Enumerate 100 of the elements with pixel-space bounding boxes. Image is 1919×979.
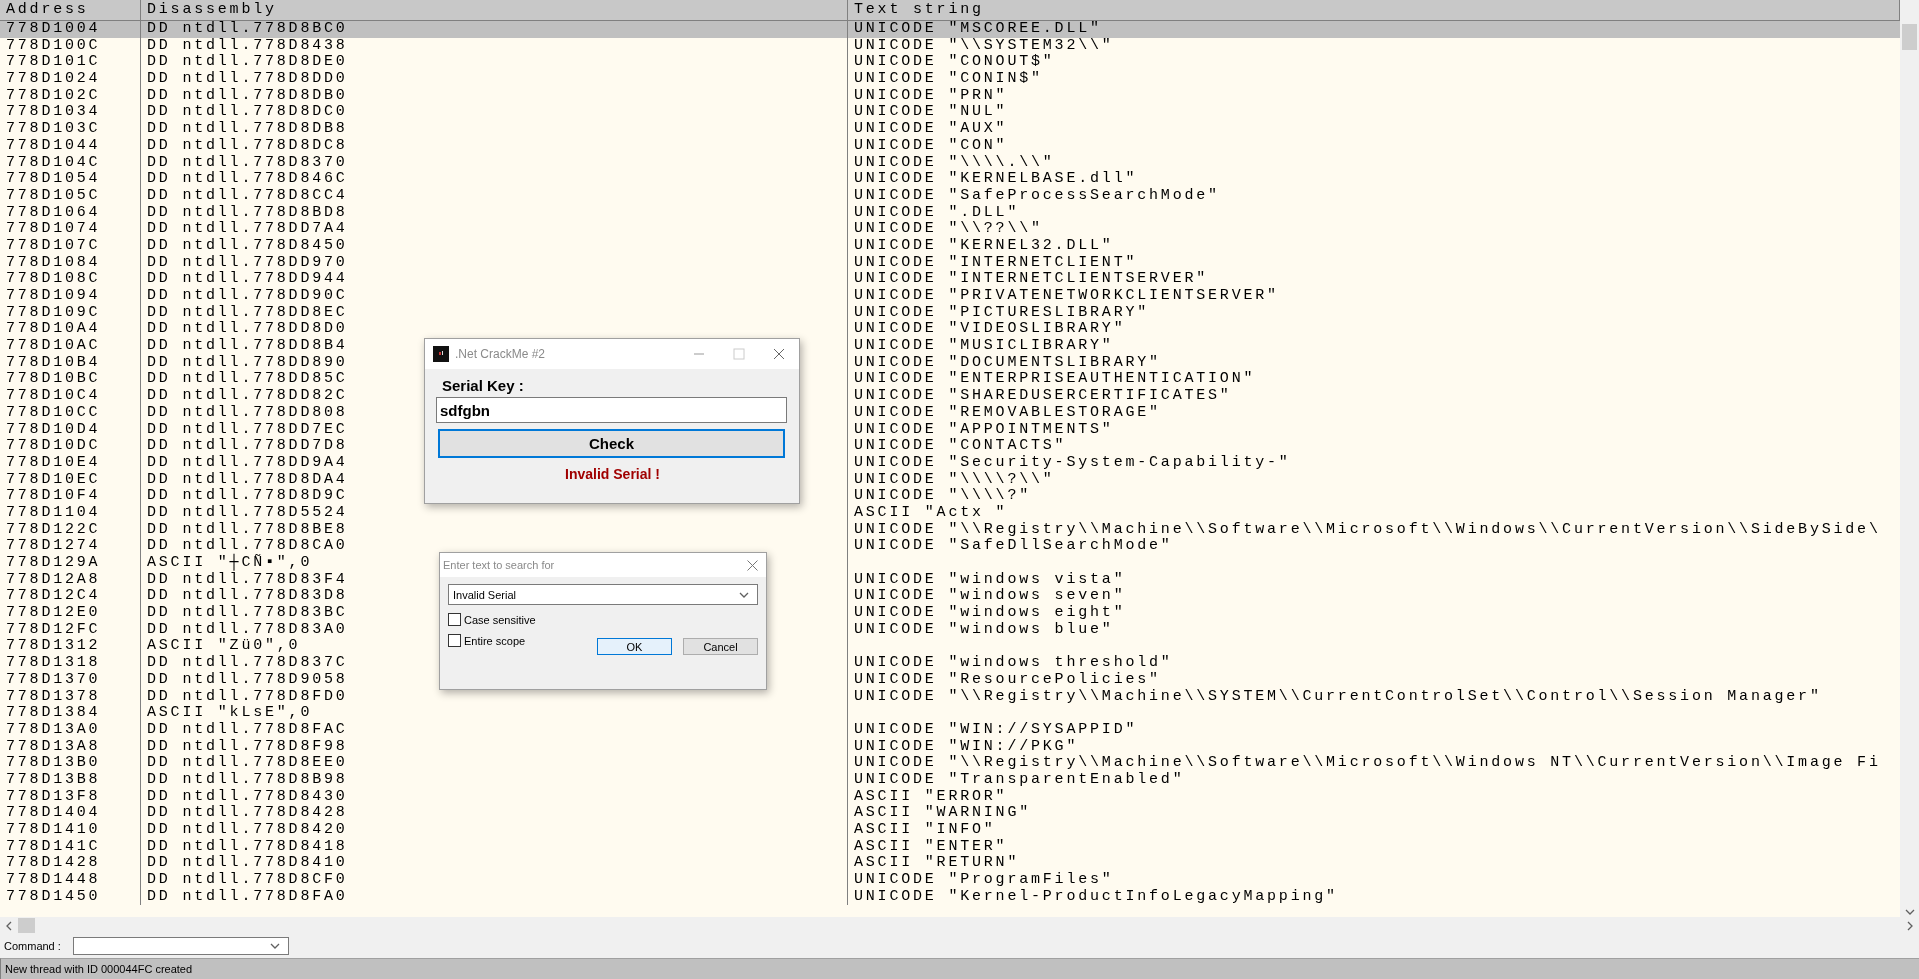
address-cell[interactable]: 778D13A0 xyxy=(0,721,141,739)
scrollbar-thumb[interactable] xyxy=(1902,24,1917,50)
disassembly-cell[interactable]: DD ntdll.778D8FA0 xyxy=(141,888,848,906)
disassembly-cell[interactable]: DD ntdll.778D8428 xyxy=(141,805,848,822)
text-string-cell[interactable]: UNICODE "VIDEOSLIBRARY" xyxy=(848,321,1900,339)
text-string-cell[interactable]: UNICODE "\\\\.\\" xyxy=(848,154,1900,172)
text-string-cell[interactable]: UNICODE "AUX" xyxy=(848,121,1900,138)
text-string-cell[interactable]: UNICODE "SafeProcessSearchMode" xyxy=(848,187,1900,205)
address-cell[interactable]: 778D1370 xyxy=(0,671,141,689)
text-string-cell[interactable]: UNICODE "Kernel-ProductInfoLegacyMapping" xyxy=(848,888,1900,906)
address-cell[interactable]: 778D1054 xyxy=(0,171,141,188)
address-cell[interactable]: 778D1274 xyxy=(0,538,141,555)
text-string-cell[interactable]: UNICODE "\\Registry\\Machine\\Software\\Microsoft\\Windows\\CurrentVersion\\SideBySide\ xyxy=(848,521,1900,539)
text-string-cell[interactable]: UNICODE "APPOINTMENTS" xyxy=(848,421,1900,439)
disassembly-cell[interactable]: DD ntdll.778D8DC0 xyxy=(141,104,848,122)
text-string-cell[interactable]: UNICODE "NUL" xyxy=(848,104,1900,122)
address-cell[interactable]: 778D13B8 xyxy=(0,771,141,789)
address-cell[interactable]: 778D1410 xyxy=(0,822,141,839)
disassembly-cell[interactable]: DD ntdll.778D8BD8 xyxy=(141,204,848,222)
chevron-down-icon[interactable] xyxy=(269,941,280,951)
address-cell[interactable]: 778D10F4 xyxy=(0,488,141,505)
text-string-cell[interactable]: UNICODE "\\\\?\\" xyxy=(848,471,1900,489)
text-string-cell[interactable]: UNICODE "CONIN$" xyxy=(848,71,1900,88)
address-cell[interactable]: 778D1034 xyxy=(0,104,141,122)
address-cell[interactable]: 778D1384 xyxy=(0,705,141,722)
text-string-cell[interactable]: ASCII "INFO" xyxy=(848,822,1900,839)
column-header[interactable]: Disassembly xyxy=(141,0,848,20)
disassembly-cell[interactable]: DD ntdll.778D8DB0 xyxy=(141,87,848,105)
text-string-cell[interactable]: UNICODE "ENTERPRISEAUTHENTICATION" xyxy=(848,371,1900,389)
address-cell[interactable]: 778D101C xyxy=(0,54,141,72)
ok-button[interactable]: OK xyxy=(597,638,672,655)
disassembly-cell[interactable]: DD ntdll.778D8420 xyxy=(141,822,848,839)
text-string-cell[interactable]: UNICODE "windows eight" xyxy=(848,605,1900,622)
text-string-cell[interactable]: UNICODE "REMOVABLESTORAGE" xyxy=(848,404,1900,422)
search-field[interactable]: Invalid Serial xyxy=(448,584,758,605)
text-string-cell[interactable]: UNICODE "MSCOREE.DLL" xyxy=(848,21,1900,38)
column-header[interactable]: Address xyxy=(0,0,141,20)
text-string-cell[interactable]: ASCII "WARNING" xyxy=(848,805,1900,822)
disassembly-cell[interactable]: DD ntdll.778DD8EC xyxy=(141,304,848,322)
address-cell[interactable]: 778D12E0 xyxy=(0,605,141,622)
address-cell[interactable]: 778D10E4 xyxy=(0,454,141,472)
address-cell[interactable]: 778D1084 xyxy=(0,254,141,272)
text-string-cell[interactable]: ASCII "ERROR" xyxy=(848,788,1900,806)
disassembly-cell[interactable]: DD ntdll.778D8370 xyxy=(141,154,848,172)
address-cell[interactable]: 778D1024 xyxy=(0,71,141,88)
chevron-left-icon[interactable] xyxy=(4,920,14,931)
text-string-cell[interactable]: UNICODE "DOCUMENTSLIBRARY" xyxy=(848,354,1900,372)
address-cell[interactable]: 778D122C xyxy=(0,521,141,539)
disassembly-cell[interactable]: ASCII "kLsE",0 xyxy=(141,705,848,722)
text-string-cell[interactable]: UNICODE "INTERNETCLIENTSERVER" xyxy=(848,271,1900,288)
text-string-cell[interactable]: UNICODE "ResourcePolicies" xyxy=(848,671,1900,689)
disassembly-cell[interactable]: DD ntdll.778D8CF0 xyxy=(141,872,848,889)
address-cell[interactable]: 778D10DC xyxy=(0,438,141,455)
address-cell[interactable]: 778D129A xyxy=(0,555,141,572)
address-cell[interactable]: 778D10EC xyxy=(0,471,141,489)
address-cell[interactable]: 778D10C4 xyxy=(0,388,141,405)
disassembly-cell[interactable]: DD ntdll.778D8FAC xyxy=(141,721,848,739)
text-string-cell[interactable]: UNICODE "PRN" xyxy=(848,87,1900,105)
text-string-cell[interactable]: UNICODE "PICTURESLIBRARY" xyxy=(848,304,1900,322)
text-string-cell[interactable]: ASCII "RETURN" xyxy=(848,855,1900,873)
text-string-cell[interactable]: UNICODE "\\\\?" xyxy=(848,488,1900,505)
address-cell[interactable]: 778D1318 xyxy=(0,655,141,672)
address-cell[interactable]: 778D13B0 xyxy=(0,755,141,772)
address-cell[interactable]: 778D102C xyxy=(0,87,141,105)
text-string-cell[interactable]: UNICODE "WIN://SYSAPPID" xyxy=(848,721,1900,739)
disassembly-cell[interactable]: DD ntdll.778D8CC4 xyxy=(141,187,848,205)
address-cell[interactable]: 778D10BC xyxy=(0,371,141,389)
address-cell[interactable]: 778D104C xyxy=(0,154,141,172)
disassembly-cell[interactable]: DD ntdll.778D8450 xyxy=(141,237,848,255)
close-icon[interactable] xyxy=(747,559,758,571)
chevron-right-icon[interactable] xyxy=(1905,920,1915,931)
text-string-cell[interactable]: UNICODE "windows threshold" xyxy=(848,655,1900,672)
disassembly-cell[interactable]: DD ntdll.778DD970 xyxy=(141,254,848,272)
text-string-cell[interactable]: UNICODE "TransparentEnabled" xyxy=(848,771,1900,789)
text-string-cell[interactable]: UNICODE "WIN://PKG" xyxy=(848,738,1900,756)
text-string-cell[interactable]: UNICODE "ProgramFiles" xyxy=(848,872,1900,889)
disassembly-cell[interactable]: DD ntdll.778D8430 xyxy=(141,788,848,806)
disassembly-cell[interactable]: DD ntdll.778D846C xyxy=(141,171,848,188)
text-string-cell[interactable]: UNICODE "CON" xyxy=(848,137,1900,155)
serial-key-field[interactable]: sdfgbn xyxy=(436,397,787,423)
text-string-cell[interactable]: UNICODE "SafeDllSearchMode" xyxy=(848,538,1900,555)
disassembly-cell[interactable]: DD ntdll.778D8BE8 xyxy=(141,521,848,539)
check-button[interactable]: Check xyxy=(438,429,785,458)
address-cell[interactable]: 778D141C xyxy=(0,838,141,856)
text-string-cell[interactable]: UNICODE "\\SYSTEM32\\" xyxy=(848,37,1900,55)
text-string-cell[interactable]: ASCII "Actx " xyxy=(848,504,1900,522)
text-string-cell[interactable]: UNICODE "KERNEL32.DLL" xyxy=(848,237,1900,255)
address-cell[interactable]: 778D1448 xyxy=(0,872,141,889)
address-cell[interactable]: 778D13A8 xyxy=(0,738,141,756)
address-cell[interactable]: 778D10D4 xyxy=(0,421,141,439)
address-cell[interactable]: 778D103C xyxy=(0,121,141,138)
scrollbar-thumb[interactable] xyxy=(18,918,35,933)
text-string-cell[interactable]: ASCII "ENTER" xyxy=(848,838,1900,856)
address-cell[interactable]: 778D1094 xyxy=(0,288,141,305)
address-cell[interactable]: 778D109C xyxy=(0,304,141,322)
text-string-cell[interactable]: UNICODE "KERNELBASE.dll" xyxy=(848,171,1900,188)
address-cell[interactable]: 778D1450 xyxy=(0,888,141,906)
disassembly-cell[interactable]: DD ntdll.778D8438 xyxy=(141,37,848,55)
text-string-cell[interactable]: UNICODE "INTERNETCLIENT" xyxy=(848,254,1900,272)
text-string-cell[interactable]: UNICODE "MUSICLIBRARY" xyxy=(848,338,1900,355)
